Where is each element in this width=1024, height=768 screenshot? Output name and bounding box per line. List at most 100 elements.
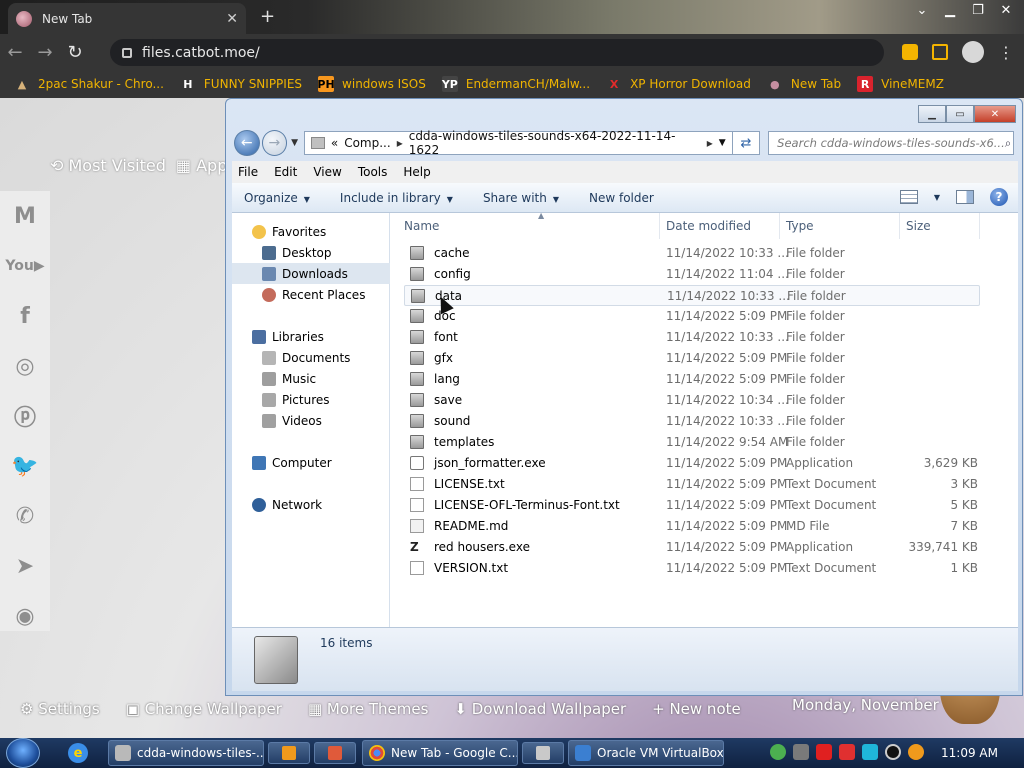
nav-pictures[interactable]: Pictures [232,389,390,410]
breadcrumb-chevron-icon[interactable]: ▸ [707,136,713,150]
youtube-icon[interactable]: You▶ [0,241,50,291]
tray-search-icon[interactable] [908,744,924,760]
recent-pages-dropdown-icon[interactable]: ▼ [291,138,298,148]
change-wallpaper-link[interactable]: ▣ Change Wallpaper [126,700,282,718]
taskbar-virtualbox[interactable]: Oracle VM VirtualBox... [568,740,724,766]
change-view-icon[interactable] [899,190,918,204]
bookmark-item[interactable]: ▲ 2pac Shakur - Chro... [14,76,164,92]
nav-downloads[interactable]: Downloads [232,263,390,284]
whatsapp-icon[interactable]: ✆ [0,491,50,541]
column-type[interactable]: Type [780,213,900,239]
file-row[interactable]: data 11/14/2022 10:33 ... File folder [404,285,980,306]
column-size[interactable]: Size [900,213,980,239]
column-date-modified[interactable]: Date modified [660,213,780,239]
help-icon[interactable]: ? [990,188,1008,206]
bookmark-item[interactable]: X XP Horror Download [606,76,751,92]
explorer-titlebar[interactable]: ▁ ▭ ✕ [226,99,1022,127]
more-themes-link[interactable]: ▦ More Themes [308,700,428,718]
nav-music[interactable]: Music [232,368,390,389]
file-row[interactable]: gfx 11/14/2022 5:09 PM File folder [404,348,980,369]
tray-v-icon[interactable] [816,744,832,760]
settings-link[interactable]: ⚙ Settings [20,700,100,718]
omnibox[interactable]: files.catbot.moe/ [110,39,884,66]
column-name[interactable]: Name ▲ [398,211,660,239]
forward-arrow-icon[interactable]: → [30,42,60,63]
tray-flag-icon[interactable] [839,744,855,760]
start-button-icon[interactable] [6,738,40,768]
instagram-icon[interactable]: ◎ [0,341,50,391]
back-arrow-icon[interactable]: ← [234,130,260,156]
file-row[interactable]: lang 11/14/2022 5:09 PM File folder [404,369,980,390]
breadcrumb-computer[interactable]: Comp... [344,136,390,150]
address-dropdown-icon[interactable]: ▼ [719,138,726,148]
minimize-icon[interactable]: ▁ [936,0,964,20]
most-visited-link[interactable]: ⟲ Most Visited [50,156,166,175]
taskbar-paint[interactable] [314,742,356,764]
file-row[interactable]: README.md 11/14/2022 5:09 PM MD File 7 KB [404,516,980,537]
file-row[interactable]: doc 11/14/2022 5:09 PM File folder [404,306,980,327]
back-arrow-icon[interactable]: ← [0,42,30,63]
new-note-link[interactable]: + New note [652,700,741,718]
gmail-icon[interactable]: M [0,191,50,241]
minimize-icon[interactable]: ▁ [918,105,946,123]
facebook-icon[interactable]: f [0,291,50,341]
tray-globe-icon[interactable] [770,744,786,760]
nav-documents[interactable]: Documents [232,347,390,368]
file-row[interactable]: LICENSE.txt 11/14/2022 5:09 PM Text Docume… [404,474,980,495]
menu-view[interactable]: View [313,165,341,179]
nav-desktop[interactable]: Desktop [232,242,390,263]
close-icon[interactable]: ✕ [974,105,1016,123]
nav-videos[interactable]: Videos [232,410,390,431]
search-icon[interactable]: ⌕ [1005,136,1011,151]
twitter-icon[interactable]: 🐦 [0,441,50,491]
nav-network[interactable]: Network [232,494,390,515]
menu-tools[interactable]: Tools [358,165,388,179]
taskbar-calculator[interactable] [522,742,564,764]
file-row[interactable]: sound 11/14/2022 10:33 ... File folder [404,411,980,432]
file-row[interactable]: json_formatter.exe 11/14/2022 5:09 PM Appl… [404,453,980,474]
file-row[interactable]: font 11/14/2022 10:33 ... File folder [404,327,980,348]
bookmark-item[interactable]: ● New Tab [767,76,841,92]
chevron-down-icon[interactable]: ⌄ [908,0,936,20]
taskbar-clock[interactable]: 11:09 AM [941,746,998,760]
bookmark-item[interactable]: YP EndermanCH/Malw... [442,76,590,92]
refresh-icon[interactable]: ⇄ [732,131,761,155]
menu-file[interactable]: File [238,165,258,179]
bookmark-item[interactable]: H FUNNY SNIPPIES [180,76,302,92]
extensions-puzzle-icon[interactable] [902,44,918,60]
taskbar-media-player[interactable] [268,742,310,764]
file-row[interactable]: config 11/14/2022 11:04 ... File folder [404,264,980,285]
nav-recent-places[interactable]: Recent Places [232,284,390,305]
menu-edit[interactable]: Edit [274,165,297,179]
taskbar-explorer[interactable]: cdda-windows-tiles-... [108,740,264,766]
restore-icon[interactable]: ❐ [964,0,992,20]
internet-explorer-icon[interactable]: e [68,743,88,763]
file-row[interactable]: templates 11/14/2022 9:54 AM File folder [404,432,980,453]
new-tab-plus-icon[interactable]: + [260,6,275,27]
include-in-library-button[interactable]: Include in library ▼ [340,191,453,205]
nav-favorites[interactable]: Favorites [232,221,390,242]
share-with-button[interactable]: Share with ▼ [483,191,559,205]
address-bar[interactable]: « Comp... ▸ cdda-windows-tiles-sounds-x6… [304,129,733,157]
file-row[interactable]: Zred housers.exe 11/14/2022 5:09 PM Applic… [404,537,980,558]
reload-icon[interactable]: ↻ [60,42,90,63]
taskbar-chrome[interactable]: New Tab - Google C... [362,740,518,766]
tray-app-icon[interactable] [793,744,809,760]
organize-button[interactable]: Organize ▼ [244,191,310,205]
tab-close-icon[interactable]: ✕ [226,11,238,27]
file-row[interactable]: cache 11/14/2022 10:33 ... File folder [404,243,980,264]
breadcrumb-overflow[interactable]: « [331,136,338,150]
close-icon[interactable]: ✕ [992,0,1020,20]
forward-arrow-icon[interactable]: → [261,130,288,156]
search-input[interactable]: Search cdda-windows-tiles-sounds-x6... ⌕ [768,131,1014,155]
new-folder-button[interactable]: New folder [589,191,654,205]
file-row[interactable]: LICENSE-OFL-Terminus-Font.txt 11/14/2022 … [404,495,980,516]
telegram-icon[interactable]: ➤ [0,541,50,591]
pinterest-icon[interactable]: ⓟ [0,391,50,441]
download-wallpaper-link[interactable]: ⬇ Download Wallpaper [454,700,626,718]
breadcrumb-chevron-icon[interactable]: ▸ [397,136,403,150]
tray-network-icon[interactable] [862,744,878,760]
bookmark-item[interactable]: R VineMEMZ [857,76,944,92]
breadcrumb-current-folder[interactable]: cdda-windows-tiles-sounds-x64-2022-11-14… [409,129,701,157]
preview-pane-icon[interactable] [956,190,974,204]
